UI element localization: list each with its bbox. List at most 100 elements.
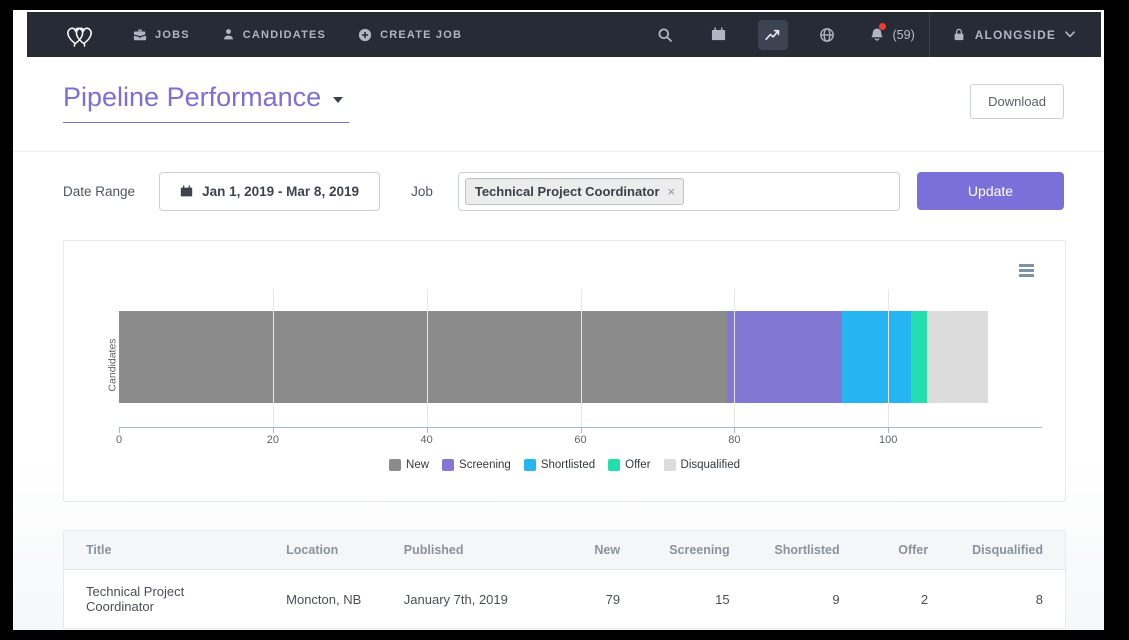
globe-icon <box>819 27 835 43</box>
notifications-button[interactable]: (59) <box>866 20 915 50</box>
legend-label: Offer <box>625 459 650 471</box>
cell-offer: 2 <box>862 570 950 629</box>
header-divider <box>13 151 1104 152</box>
briefcase-icon <box>133 28 147 42</box>
nav-item-candidates[interactable]: CANDIDATES <box>222 28 326 41</box>
y-axis-label: Candidates <box>107 338 119 391</box>
cell-title: Technical Project Coordinator <box>64 570 264 629</box>
navbar: JOBS CANDIDATES CREATE JOB <box>27 12 1101 57</box>
nav-item-label: JOBS <box>155 29 190 41</box>
x-tick-label: 80 <box>728 434 740 446</box>
bar-segment-new[interactable] <box>119 311 727 403</box>
cell-screening: 15 <box>642 570 752 629</box>
cell-disqualified: 8 <box>950 570 1065 629</box>
legend-item-offer[interactable]: Offer <box>608 459 650 471</box>
legend-item-screening[interactable]: Screening <box>442 459 511 471</box>
title-caret-icon <box>333 97 343 103</box>
header-row: Pipeline Performance Download <box>63 80 1064 123</box>
plot-area <box>119 289 1042 428</box>
filter-row: Date Range Jan 1, 2019 - Mar 8, 2019 Job… <box>63 171 1064 211</box>
cell-new: 79 <box>545 570 642 629</box>
table-header-row: Title Location Published New Screening S… <box>64 531 1065 570</box>
account-label: ALONGSIDE <box>975 28 1056 42</box>
calendar-icon <box>711 27 726 42</box>
cell-location: Moncton, NB <box>264 570 382 629</box>
chart-legend: New Screening Shortlisted Offer Disqualified <box>64 459 1065 471</box>
chart-icon <box>764 26 781 43</box>
nav-item-create-job[interactable]: CREATE JOB <box>358 28 462 42</box>
col-shortlisted: Shortlisted <box>752 531 862 570</box>
legend-item-new[interactable]: New <box>389 459 429 471</box>
account-menu[interactable]: ALONGSIDE <box>930 12 1101 57</box>
nav-menu: JOBS CANDIDATES CREATE JOB <box>133 28 462 42</box>
x-tick-mark <box>734 427 735 433</box>
user-icon <box>222 28 235 41</box>
bar-segment-offer[interactable] <box>911 311 926 403</box>
col-disqualified: Disqualified <box>950 531 1065 570</box>
calendar-icon <box>180 185 193 198</box>
date-range-input[interactable]: Jan 1, 2019 - Mar 8, 2019 <box>159 172 380 211</box>
nav-item-jobs[interactable]: JOBS <box>133 28 190 42</box>
alongside-logo[interactable] <box>61 20 99 50</box>
bar-segment-shortlisted[interactable] <box>842 311 911 403</box>
page: JOBS CANDIDATES CREATE JOB <box>13 10 1104 630</box>
chart-card: Candidates 0 20 40 60 80 100 New Screening Shor… <box>63 240 1066 502</box>
nav-item-label: CREATE JOB <box>380 29 462 41</box>
x-tick-mark <box>581 427 582 433</box>
col-screening: Screening <box>642 531 752 570</box>
legend-swatch <box>608 459 620 471</box>
x-tick-mark <box>119 427 120 433</box>
bar-segment-screening[interactable] <box>727 311 842 403</box>
update-button[interactable]: Update <box>917 172 1064 210</box>
x-tick-label: 20 <box>267 434 279 446</box>
gridline-60 <box>581 289 582 427</box>
hearts-logo-icon <box>61 20 99 50</box>
notification-count: (59) <box>893 28 915 42</box>
legend-label: New <box>406 459 429 471</box>
lock-icon <box>952 27 966 42</box>
legend-item-disqualified[interactable]: Disqualified <box>664 459 740 471</box>
download-button[interactable]: Download <box>970 84 1064 119</box>
x-tick-mark <box>273 427 274 433</box>
x-tick-mark <box>427 427 428 433</box>
legend-swatch <box>524 459 536 471</box>
date-range-label: Date Range <box>63 184 135 199</box>
job-select-input[interactable]: Technical Project Coordinator × <box>458 172 900 211</box>
legend-item-shortlisted[interactable]: Shortlisted <box>524 459 595 471</box>
col-location: Location <box>264 531 382 570</box>
job-label: Job <box>411 184 433 199</box>
x-tick-label: 60 <box>574 434 586 446</box>
cell-shortlisted: 9 <box>752 570 862 629</box>
hamburger-icon <box>1019 264 1034 267</box>
gridline-20 <box>273 289 274 427</box>
x-tick-labels: 0 20 40 60 80 100 <box>119 434 1042 450</box>
x-tick-label: 0 <box>116 434 122 446</box>
legend-swatch <box>664 459 676 471</box>
search-button[interactable] <box>650 20 680 50</box>
x-tick-label: 40 <box>421 434 433 446</box>
notification-dot <box>879 23 886 30</box>
col-offer: Offer <box>862 531 950 570</box>
cell-published: January 7th, 2019 <box>382 570 545 629</box>
bar-segment-disqualified[interactable] <box>927 311 989 403</box>
report-title-dropdown[interactable]: Pipeline Performance <box>63 80 349 123</box>
gridline-40 <box>427 289 428 427</box>
legend-label: Screening <box>459 459 511 471</box>
analytics-button[interactable] <box>758 20 788 50</box>
search-icon <box>657 27 673 43</box>
col-title: Title <box>64 531 264 570</box>
chevron-down-icon <box>1065 31 1075 38</box>
job-chip-label: Technical Project Coordinator <box>475 184 660 199</box>
bell-wrap <box>866 20 888 50</box>
chart-context-menu-button[interactable] <box>1016 261 1037 280</box>
legend-label: Disqualified <box>681 459 740 471</box>
x-tick-label: 100 <box>879 434 897 446</box>
table-row[interactable]: Technical Project Coordinator Moncton, N… <box>64 570 1065 629</box>
calendar-button[interactable] <box>704 20 734 50</box>
globe-button[interactable] <box>812 20 842 50</box>
col-published: Published <box>382 531 545 570</box>
results-table: Title Location Published New Screening S… <box>64 531 1065 628</box>
legend-swatch <box>442 459 454 471</box>
chip-remove-icon[interactable]: × <box>668 185 676 198</box>
plus-circle-icon <box>358 28 372 42</box>
